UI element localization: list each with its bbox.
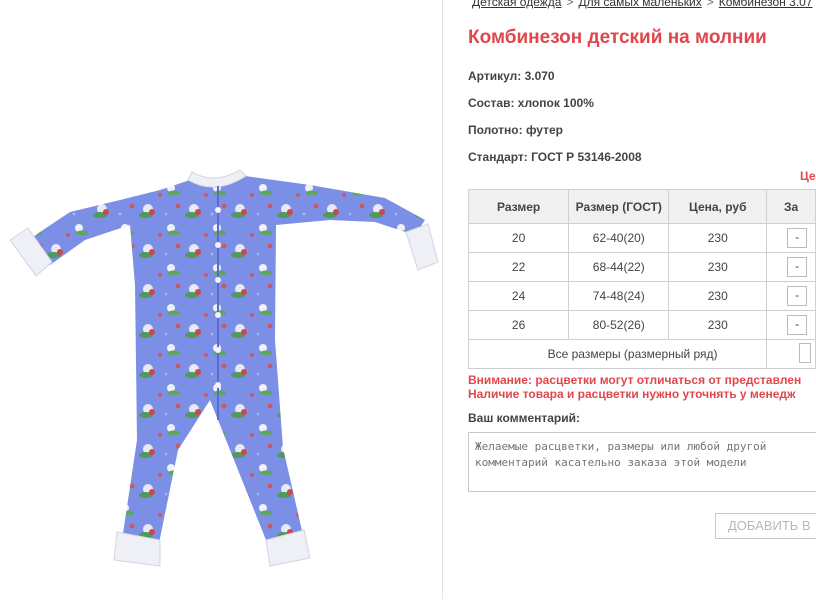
breadcrumb-link-current[interactable]: Комбинезон 3.07: [719, 0, 813, 9]
cell-quantity: -: [766, 310, 816, 340]
attribute-composition: Состав: хлопок 100%: [468, 96, 594, 110]
baby-sleepsuit-photo: [9, 169, 439, 567]
cell-quantity: -: [766, 223, 816, 253]
cell-quantity: -: [766, 252, 816, 282]
all-sizes-label: Все размеры (размерный ряд): [468, 339, 768, 369]
comment-label: Ваш комментарий:: [468, 411, 581, 425]
cell-size: 20: [468, 223, 570, 253]
price-note: Це: [800, 169, 816, 183]
column-header-gost-size: Размер (ГОСТ): [568, 189, 670, 224]
cell-gost-size: 80-52(26): [568, 310, 670, 340]
table-row: 22 68-44(22) 230 -: [468, 252, 816, 282]
add-to-cart-button[interactable]: ДОБАВИТЬ В: [715, 513, 816, 539]
table-row: 20 62-40(20) 230 -: [468, 223, 816, 253]
cell-size: 22: [468, 252, 570, 282]
color-warning: Внимание: расцветки могут отличаться от …: [468, 373, 801, 401]
cell-gost-size: 68-44(22): [568, 252, 670, 282]
cell-price: 230: [668, 281, 768, 311]
breadcrumb-separator: >: [566, 0, 574, 9]
quantity-decrement-button[interactable]: -: [787, 257, 808, 277]
column-header-price: Цена, руб: [668, 189, 768, 224]
cell-gost-size: 74-48(24): [568, 281, 670, 311]
breadcrumb-link-kids-clothes[interactable]: Детская одежда: [472, 0, 561, 9]
all-sizes-quantity-input[interactable]: [799, 342, 812, 363]
breadcrumb: Детская одежда > Для самых маленьких > Комби…: [472, 0, 813, 9]
product-photo[interactable]: [0, 0, 440, 599]
table-row: 26 80-52(26) 230 -: [468, 310, 816, 340]
table-row: 24 74-48(24) 230 -: [468, 281, 816, 311]
table-header-row: Размер Размер (ГОСТ) Цена, руб За: [468, 189, 816, 224]
column-header-size: Размер: [468, 189, 570, 224]
size-price-table: Размер Размер (ГОСТ) Цена, руб За 20 62-…: [468, 189, 816, 369]
quantity-decrement-button[interactable]: -: [787, 315, 808, 335]
quantity-decrement-button[interactable]: -: [787, 228, 808, 248]
cell-quantity: -: [766, 281, 816, 311]
cell-size: 26: [468, 310, 570, 340]
cell-size: 24: [468, 281, 570, 311]
breadcrumb-link-babies[interactable]: Для самых маленьких: [578, 0, 701, 9]
page-title: Комбинезон детский на молнии: [468, 27, 767, 48]
cell-quantity: [766, 339, 816, 369]
warning-line: Внимание: расцветки могут отличаться от …: [468, 373, 802, 387]
column-header-quantity: За: [766, 189, 816, 224]
breadcrumb-separator: >: [706, 0, 714, 9]
cell-price: 230: [668, 223, 768, 253]
attribute-fabric: Полотно: футер: [468, 123, 563, 137]
quantity-decrement-button[interactable]: -: [787, 286, 808, 306]
comment-textarea[interactable]: [468, 432, 816, 492]
table-row-all-sizes: Все размеры (размерный ряд): [468, 339, 816, 369]
cell-price: 230: [668, 310, 768, 340]
warning-line: Наличие товара и расцветки нужно уточнят…: [468, 387, 796, 401]
panel-divider: [442, 0, 443, 599]
attribute-article: Артикул: 3.070: [468, 69, 555, 83]
cell-gost-size: 62-40(20): [568, 223, 670, 253]
product-info: Детская одежда > Для самых маленьких > Комби…: [468, 0, 816, 599]
attribute-standard: Стандарт: ГОСТ Р 53146-2008: [468, 150, 642, 164]
cell-price: 230: [668, 252, 768, 282]
